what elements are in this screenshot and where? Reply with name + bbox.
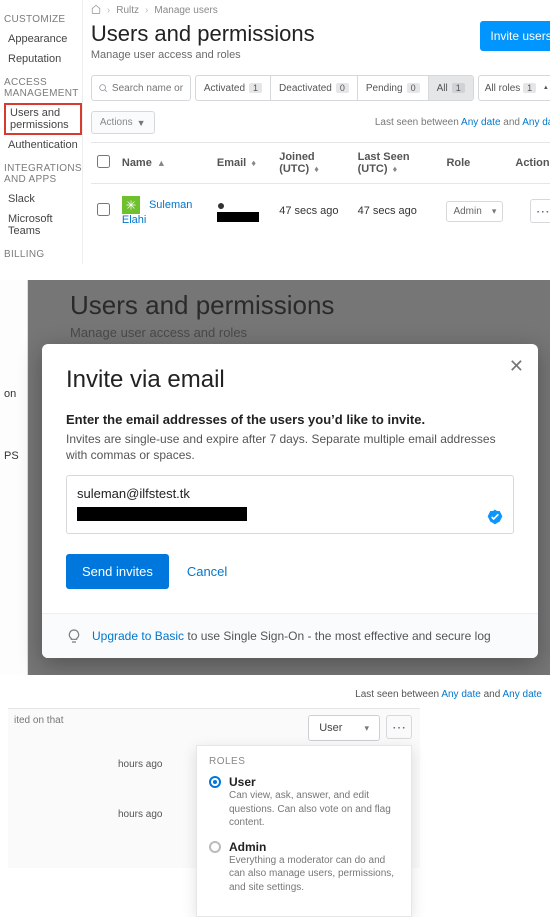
tiny-label: ited on that — [14, 715, 63, 726]
sidebar-item-users-permissions[interactable]: Users and permissions — [4, 103, 82, 135]
bullet-icon: ● — [217, 197, 225, 213]
breadcrumb-page: Manage users — [154, 5, 217, 16]
last-seen-from-2[interactable]: Any date — [441, 689, 480, 700]
cancel-button[interactable]: Cancel — [187, 564, 227, 579]
upsell-banner: Upgrade to Basic to use Single Sign-On -… — [42, 613, 538, 658]
cell-lastseen: 47 secs ago — [352, 184, 441, 239]
chevron-right-icon: › — [107, 5, 110, 16]
radio-icon — [209, 776, 221, 788]
modal-title: Invite via email — [66, 366, 514, 394]
sort-icon: ♦ — [251, 158, 256, 168]
role-popover-context: ited on that hours ago hours ago User ▾ … — [8, 708, 420, 868]
chevron-right-icon: › — [145, 5, 148, 16]
close-icon[interactable]: ✕ — [509, 356, 524, 377]
role-option-user[interactable]: User Can view, ask, answer, and edit que… — [209, 775, 399, 830]
last-seen-range: Last seen between Any date and Any date — [375, 117, 550, 128]
last-seen-from[interactable]: Any date — [461, 117, 500, 128]
send-invites-button[interactable]: Send invites — [66, 554, 169, 589]
role-dropdown-trigger[interactable]: User ▾ — [308, 715, 380, 741]
redacted-email — [217, 212, 259, 222]
last-seen-to-2[interactable]: Any date — [503, 689, 542, 700]
col-email[interactable]: Email ♦ — [211, 143, 273, 184]
sidebar-section-customize: CUSTOMIZE — [4, 14, 82, 25]
roles-filter-dropdown[interactable]: All roles 1 ▲▼ — [478, 75, 550, 101]
bg-header: Users and permissions Manage user access… — [70, 290, 334, 340]
radio-icon — [209, 841, 221, 853]
row-actions-button[interactable]: ⋯ — [386, 715, 412, 739]
time-ago: hours ago — [118, 809, 162, 820]
modal-description: Invites are single-use and expire after … — [66, 431, 514, 463]
col-actions: Actions — [509, 143, 550, 184]
modal-headline: Enter the email addresses of the users y… — [66, 412, 514, 427]
upgrade-link[interactable]: Upgrade to Basic — [92, 629, 184, 643]
select-all-checkbox[interactable] — [97, 155, 110, 168]
page-title: Users and permissions — [91, 21, 315, 47]
col-name[interactable]: Name ▲ — [116, 143, 211, 184]
email-chip: suleman@ilfstest.tk — [77, 486, 503, 501]
row-role-dropdown[interactable]: Admin ▾ — [446, 201, 503, 222]
filter-deactivated[interactable]: Deactivated0 — [271, 76, 358, 100]
sort-asc-icon: ▲ — [157, 158, 166, 168]
sort-icon: ▲▼ — [543, 86, 550, 91]
emails-input[interactable]: suleman@ilfstest.tk — [66, 475, 514, 534]
lightbulb-icon — [66, 628, 82, 644]
sort-icon: ♦ — [314, 164, 319, 174]
bg-left-strip: on PS — [0, 280, 28, 675]
sidebar-item-reputation[interactable]: Reputation — [4, 49, 82, 69]
avatar — [122, 196, 140, 214]
home-icon[interactable] — [91, 4, 101, 17]
bulk-actions-button[interactable]: Actions ▼ — [91, 111, 155, 134]
chevron-down-icon: ▾ — [364, 723, 369, 734]
roles-popover-head: ROLES — [209, 756, 399, 767]
col-joined[interactable]: Joined (UTC) ♦ — [273, 143, 351, 184]
sidebar-section-access: ACCESS MANAGEMENT — [4, 77, 82, 99]
col-role: Role — [440, 143, 509, 184]
filter-activated[interactable]: Activated1 — [196, 76, 271, 100]
status-filter: Activated1 Deactivated0 Pending0 All1 — [195, 75, 474, 101]
time-ago: hours ago — [118, 759, 162, 770]
modal-backdrop: on PS Users and permissions Manage user … — [0, 280, 550, 675]
last-seen-to[interactable]: Any date — [522, 117, 550, 128]
filter-pending[interactable]: Pending0 — [358, 76, 429, 100]
last-seen-range-2: Last seen between Any date and Any date — [0, 689, 542, 700]
search-input[interactable] — [112, 83, 184, 94]
chevron-down-icon: ▼ — [137, 118, 146, 128]
chevron-down-icon: ▾ — [492, 206, 497, 217]
sidebar-item-msteams[interactable]: Microsoft Teams — [4, 209, 82, 241]
col-lastseen[interactable]: Last Seen (UTC) ♦ — [352, 143, 441, 184]
row-actions-button[interactable]: ⋯ — [530, 199, 550, 223]
roles-popover: ROLES User Can view, ask, answer, and ed… — [196, 745, 412, 917]
sidebar-item-appearance[interactable]: Appearance — [4, 29, 82, 49]
main-panel: › Rultz › Manage users Users and permiss… — [82, 0, 550, 264]
invite-users-button[interactable]: Invite users — [480, 21, 550, 51]
role-option-admin[interactable]: Admin Everything a moderator can do and … — [209, 840, 399, 895]
cell-joined: 47 secs ago — [273, 184, 351, 239]
breadcrumb: › Rultz › Manage users — [91, 4, 550, 17]
table-row: Suleman Elahi ● 47 secs ago 47 secs ago … — [91, 184, 550, 239]
sort-icon: ♦ — [393, 164, 398, 174]
sidebar-item-authentication[interactable]: Authentication — [4, 135, 82, 155]
sidebar-item-slack[interactable]: Slack — [4, 189, 82, 209]
settings-sidebar: CUSTOMIZE Appearance Reputation ACCESS M… — [0, 0, 82, 264]
filter-all[interactable]: All1 — [429, 76, 473, 100]
search-input-wrap[interactable] — [91, 75, 191, 101]
users-table: Name ▲ Email ♦ Joined (UTC) ♦ Last Seen … — [91, 142, 550, 238]
sidebar-section-billing: BILLING — [4, 249, 82, 260]
cell-email: ● — [211, 184, 273, 239]
breadcrumb-org[interactable]: Rultz — [116, 5, 139, 16]
row-checkbox[interactable] — [97, 203, 110, 216]
invite-modal: ✕ Invite via email Enter the email addre… — [42, 344, 538, 658]
page-subtitle: Manage user access and roles — [91, 49, 315, 61]
valid-check-icon — [487, 509, 503, 525]
search-icon — [98, 82, 108, 94]
redacted-email — [77, 507, 247, 521]
sidebar-section-integrations: INTEGRATIONS AND APPS — [4, 163, 82, 185]
